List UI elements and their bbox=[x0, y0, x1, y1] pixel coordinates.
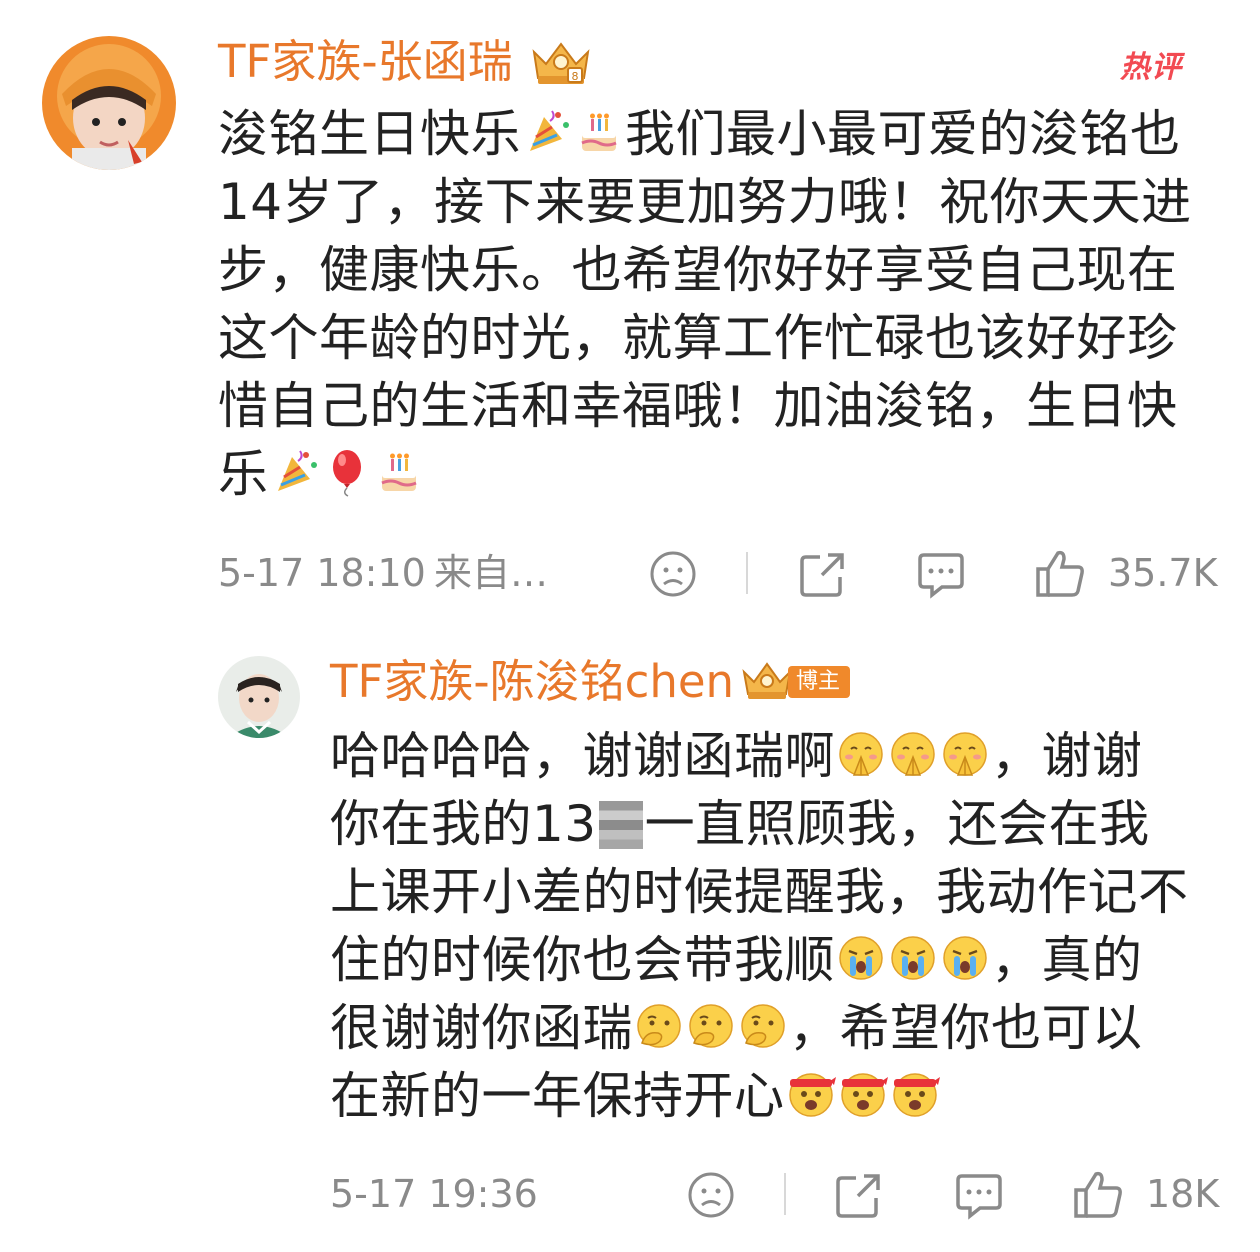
like-count: 18K bbox=[1146, 1172, 1220, 1216]
party-popper-icon bbox=[270, 447, 320, 497]
divider bbox=[784, 1173, 786, 1215]
censored-glyph bbox=[598, 801, 643, 849]
pray-face-icon bbox=[888, 729, 938, 779]
source-label[interactable]: 来自… bbox=[434, 545, 548, 601]
blogger-badge: 博主 bbox=[740, 660, 851, 704]
crying-face-icon bbox=[940, 933, 990, 983]
avatar-image bbox=[218, 656, 300, 738]
thinking-face-icon bbox=[686, 1001, 736, 1051]
crown-badge-icon bbox=[742, 662, 792, 699]
comment-content: 浚铭生日快乐 我们最小最可爱的浚铭也14岁了，接下来要更加努力哦！祝你天天进步，健… bbox=[218, 100, 1208, 508]
avatar-image bbox=[42, 36, 176, 170]
comment-meta: 5-17 18:10 来自… 35.7K bbox=[0, 545, 1260, 601]
crying-face-icon bbox=[888, 933, 938, 983]
cheer-face-icon bbox=[786, 1069, 836, 1119]
comment-content: 哈哈哈哈，谢谢函瑞啊 ，谢谢你在我的13 一直照顾我，还会在我上课开小差的时候提醒我… bbox=[330, 722, 1190, 1130]
divider bbox=[746, 552, 748, 594]
reply-icon[interactable] bbox=[916, 549, 966, 599]
pray-face-icon bbox=[940, 729, 990, 779]
username[interactable]: TF家族-张函瑞 bbox=[218, 34, 513, 90]
thinking-face-icon bbox=[634, 1001, 684, 1051]
crying-face-icon bbox=[836, 933, 886, 983]
like-thumb-icon[interactable] bbox=[1072, 1168, 1124, 1220]
share-icon[interactable] bbox=[798, 549, 848, 599]
content-text: 哈哈哈哈，谢谢函瑞啊 bbox=[330, 727, 835, 785]
crown-badge-icon[interactable]: 8 bbox=[528, 38, 594, 88]
thinking-face-icon bbox=[738, 1001, 788, 1051]
blogger-tag: 博主 bbox=[788, 666, 851, 698]
timestamp: 5-17 18:10 bbox=[218, 551, 426, 595]
party-popper-icon bbox=[522, 107, 572, 157]
timestamp: 5-17 19:36 bbox=[330, 1172, 538, 1216]
comment-card-1: TF家族-张函瑞 8 热评 浚铭生日快乐 我们最小最可爱的浚铭也14岁了，接下来要… bbox=[0, 0, 1260, 620]
comment-meta: 5-17 19:36 18K bbox=[0, 1166, 1260, 1222]
content-text: 我们最小最可爱的浚铭也14岁了，接下来要更加努力哦！祝你天天进步，健康快乐。也希… bbox=[218, 105, 1192, 503]
pray-face-icon bbox=[836, 729, 886, 779]
svg-text:8: 8 bbox=[572, 70, 579, 83]
comment-card-2: TF家族-陈浚铭chen 博主 哈哈哈哈，谢谢函瑞啊 ，谢谢你在我的13 一直照顾我… bbox=[0, 640, 1260, 1252]
dislike-face-icon[interactable] bbox=[648, 549, 698, 599]
birthday-cake-icon bbox=[574, 107, 624, 157]
avatar[interactable] bbox=[42, 36, 176, 170]
balloon-icon bbox=[322, 447, 372, 497]
content-text: 浚铭生日快乐 bbox=[218, 105, 521, 163]
dislike-face-icon[interactable] bbox=[686, 1170, 736, 1220]
like-thumb-icon[interactable] bbox=[1034, 547, 1086, 599]
reply-icon[interactable] bbox=[954, 1170, 1004, 1220]
avatar[interactable] bbox=[218, 656, 300, 738]
cheer-face-icon bbox=[890, 1069, 940, 1119]
cheer-face-icon bbox=[838, 1069, 888, 1119]
birthday-cake-icon bbox=[374, 447, 424, 497]
hot-comment-badge: 热评 bbox=[1120, 50, 1182, 85]
username[interactable]: TF家族-陈浚铭chen bbox=[330, 654, 734, 710]
like-count: 35.7K bbox=[1108, 551, 1218, 595]
share-icon[interactable] bbox=[834, 1170, 884, 1220]
